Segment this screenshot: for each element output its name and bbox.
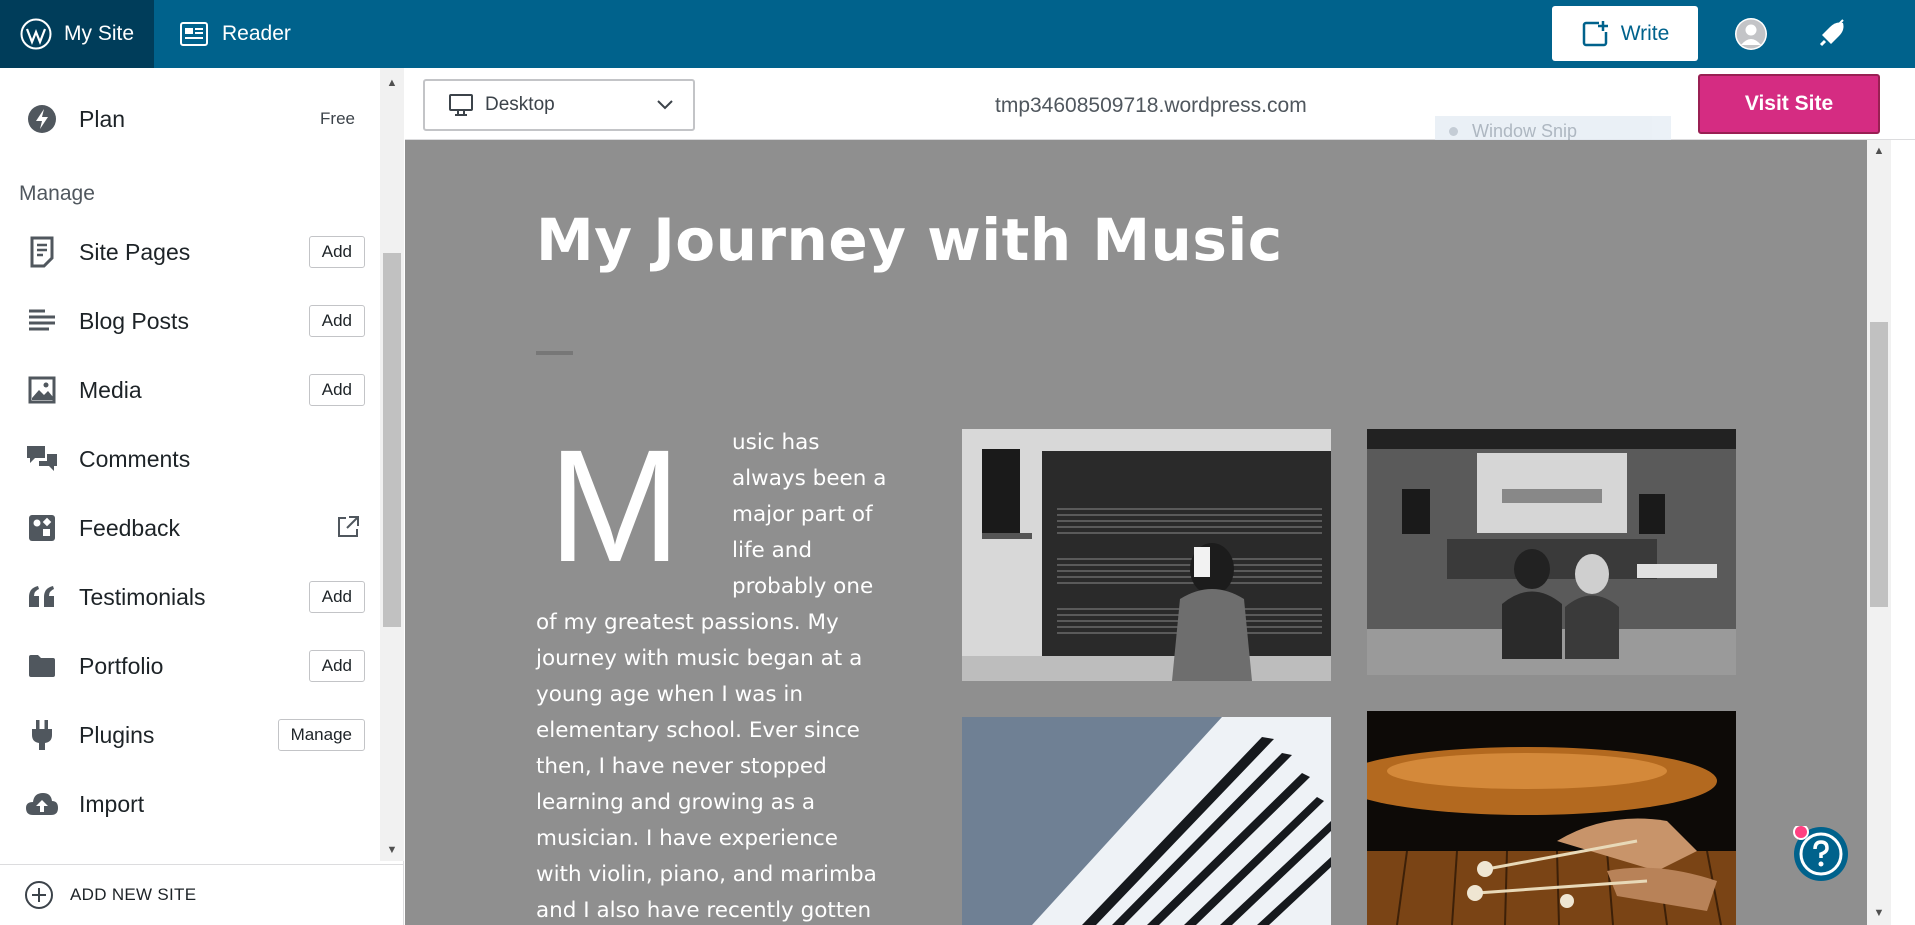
sidebar-item-label: Site Pages	[79, 238, 191, 265]
preview-scroll-up-icon[interactable]: ▲	[1872, 145, 1886, 157]
photo-piano[interactable]	[962, 717, 1331, 925]
reader-label: Reader	[222, 22, 291, 45]
photo-studio[interactable]	[1367, 429, 1736, 675]
device-select[interactable]: Desktop	[423, 79, 695, 131]
visit-site-button[interactable]: Visit Site	[1698, 74, 1880, 134]
scroll-down-arrow-icon[interactable]: ▼	[385, 843, 399, 857]
body-line: elementary school. Ever since	[536, 718, 860, 743]
site-url: tmp34608509718.wordpress.com	[995, 94, 1307, 117]
avatar[interactable]	[1734, 17, 1768, 51]
title-divider	[536, 351, 573, 355]
reader-tab[interactable]: Reader	[180, 22, 291, 46]
sidebar-item-testimonials[interactable]: Testimonials Add	[0, 567, 380, 627]
body-line: always been a	[732, 466, 887, 491]
body-line: usic has	[732, 430, 820, 455]
preview-scrollbar-thumb[interactable]	[1870, 322, 1888, 607]
body-line: learning and growing as a	[536, 790, 816, 815]
posts-icon	[24, 303, 60, 339]
add-testimonial-button[interactable]: Add	[308, 581, 365, 613]
photo-marimba[interactable]	[1367, 711, 1736, 925]
desktop-icon	[449, 94, 473, 116]
sidebar-item-label: Media	[79, 376, 142, 403]
bell-icon	[1819, 19, 1844, 47]
add-new-site-label: ADD NEW SITE	[70, 885, 197, 904]
post-body: usic has always been a major part of lif…	[536, 425, 896, 925]
sidebar-item-label: Feedback	[79, 514, 181, 541]
sidebar-item-import[interactable]: Import	[0, 774, 380, 834]
plan-badge: Free	[320, 109, 355, 128]
add-page-button[interactable]: Add	[308, 236, 365, 268]
sidebar-item-label: Comments	[79, 445, 191, 472]
sidebar-item-comments[interactable]: Comments	[0, 429, 380, 489]
body-line: life and	[732, 538, 813, 563]
reader-icon	[180, 22, 208, 46]
sidebar-scrollbar-thumb[interactable]	[383, 253, 401, 627]
preview-toolbar: Desktop tmp34608509718.wordpress.com Win…	[405, 68, 1915, 146]
add-post-button[interactable]: Add	[308, 305, 365, 337]
body-line: musician. I have experience	[536, 826, 838, 851]
my-site-tab[interactable]: My Site	[0, 0, 154, 68]
manage-plugins-button[interactable]: Manage	[277, 719, 365, 751]
body-line: with violin, piano, and marimba	[536, 862, 877, 887]
sidebar-item-site-pages[interactable]: Site Pages Add	[0, 222, 380, 282]
sidebar-item-feedback[interactable]: Feedback	[0, 498, 380, 558]
sidebar-item-portfolio[interactable]: Portfolio Add	[0, 636, 380, 696]
sidebar-menu: Plan Free Manage Site Pages Add Blog Pos…	[0, 68, 404, 861]
post-title: My Journey with Music	[536, 206, 1283, 274]
snip-dot-icon	[1449, 126, 1458, 136]
plan-bolt-icon	[24, 101, 60, 137]
wordpress-logo-icon	[20, 18, 52, 50]
body-line: journey with music began at a	[536, 646, 863, 671]
notifications-button[interactable]	[1816, 16, 1850, 50]
sidebar-item-label: Blog Posts	[79, 307, 189, 334]
body-line: of my greatest passions. My	[536, 610, 839, 635]
feedback-icon	[24, 510, 60, 546]
body-line: then, I have never stopped	[536, 754, 827, 779]
external-link-icon[interactable]	[336, 515, 360, 544]
body-line: probably one	[732, 574, 874, 599]
sidebar-item-blog-posts[interactable]: Blog Posts Add	[0, 291, 380, 351]
sidebar-item-plan[interactable]: Plan Free	[0, 89, 380, 149]
page-icon	[24, 234, 60, 270]
body-line: and I also have recently gotten	[536, 898, 872, 923]
quote-icon	[24, 579, 60, 615]
sidebar-item-label: Portfolio	[79, 652, 164, 679]
body-line: young age when I was in	[536, 682, 803, 707]
window-snip-label: Window Snip	[1472, 120, 1578, 141]
sidebar-item-media[interactable]: Media Add	[0, 360, 380, 420]
preview-scroll-down-icon[interactable]: ▼	[1872, 907, 1886, 919]
write-button[interactable]: Write	[1552, 6, 1698, 61]
manage-section-title: Manage	[19, 182, 95, 205]
sidebar-item-label: Plan	[79, 105, 126, 132]
masterbar: My Site Reader Write	[0, 0, 1915, 68]
help-button[interactable]	[1793, 824, 1849, 882]
folder-icon	[24, 648, 60, 684]
add-new-site-button[interactable]: ADD NEW SITE	[0, 864, 404, 925]
chevron-down-icon	[657, 100, 673, 110]
plug-icon	[24, 717, 60, 753]
body-line: major part of	[732, 502, 873, 527]
preview-right-margin	[1891, 140, 1915, 925]
scroll-up-arrow-icon[interactable]: ▲	[385, 76, 399, 90]
sidebar-item-label: Plugins	[79, 721, 155, 748]
comments-icon	[24, 441, 60, 477]
user-avatar-icon	[1735, 18, 1767, 50]
add-portfolio-button[interactable]: Add	[308, 650, 365, 682]
sidebar-item-label: Testimonials	[79, 583, 206, 610]
sidebar-item-label: Import	[79, 790, 145, 817]
sidebar-item-plugins[interactable]: Plugins Manage	[0, 705, 380, 765]
site-preview[interactable]: My Journey with Music M usic has always …	[405, 140, 1915, 925]
add-media-button[interactable]: Add	[308, 374, 365, 406]
photo-chalkboard[interactable]	[962, 429, 1331, 681]
cloud-upload-icon	[24, 786, 60, 822]
media-icon	[24, 372, 60, 408]
help-question-icon	[1793, 824, 1848, 881]
write-label: Write	[1620, 21, 1670, 45]
sidebar: Plan Free Manage Site Pages Add Blog Pos…	[0, 68, 404, 925]
my-site-label: My Site	[64, 22, 135, 45]
device-select-value: Desktop	[485, 94, 555, 115]
plus-circle-icon	[25, 881, 53, 909]
write-plus-icon	[1582, 20, 1608, 46]
